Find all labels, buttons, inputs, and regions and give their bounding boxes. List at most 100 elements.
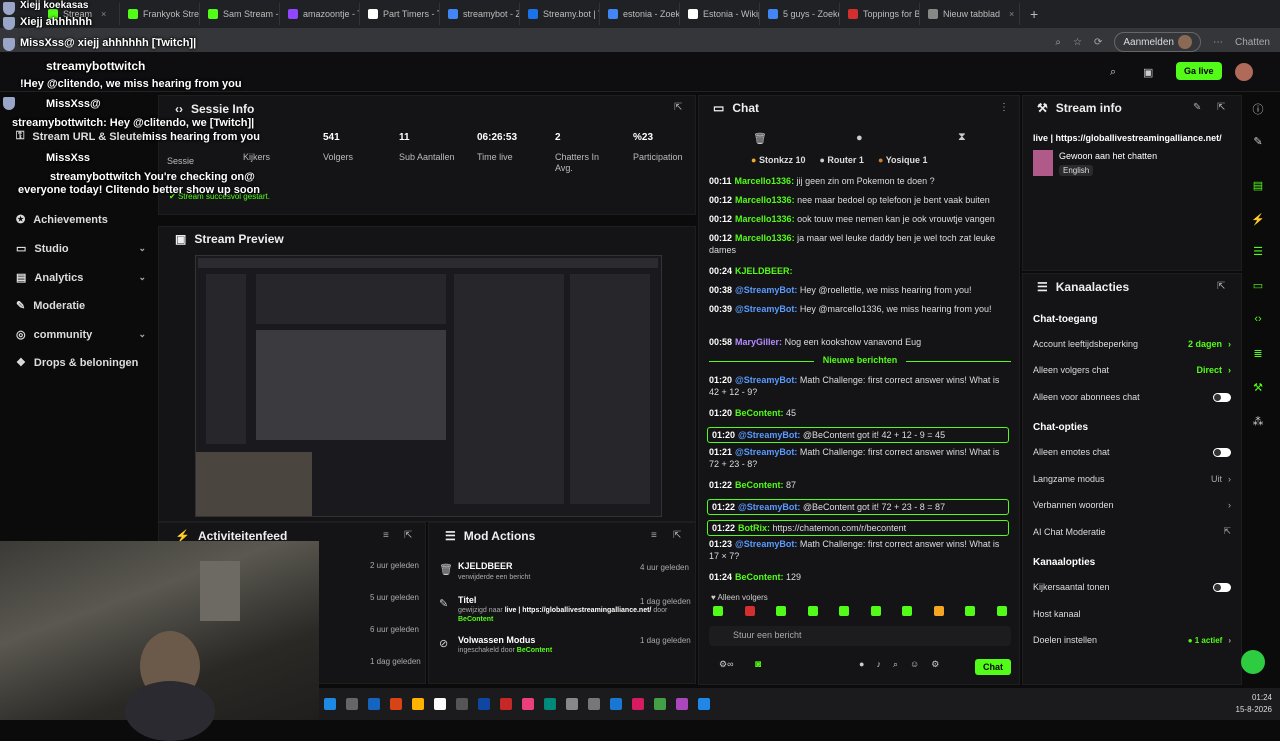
subs-only-row[interactable]: Alleen voor abonnees chat [1033,392,1231,402]
bubble-icon[interactable]: ● [859,659,864,670]
taskbar-app-icon[interactable] [412,698,424,710]
pencil-icon[interactable]: ✎ [1251,135,1265,149]
external-link-icon[interactable]: ⇱ [673,530,681,541]
browser-tab[interactable]: amazoontje - Tr× [280,3,360,25]
gear-icon[interactable]: ⚙ [931,659,939,670]
browser-tab[interactable]: Toppings for Bu× [840,3,920,25]
emotes-only-toggle[interactable] [1213,447,1231,457]
external-link-icon[interactable]: ⇱ [1217,102,1225,113]
subs-only-toggle[interactable] [1213,392,1231,402]
emoji-icon[interactable]: ☺ [910,659,919,670]
close-icon[interactable]: × [1009,9,1014,19]
emote[interactable] [713,606,723,616]
signin-button[interactable]: Aanmelden [1114,32,1201,52]
search-icon[interactable]: ⌕ [1110,66,1116,79]
menu-icon[interactable]: ⋯ [1213,37,1223,48]
more-icon[interactable]: ⋮ [999,102,1009,113]
taskbar-app-icon[interactable] [500,698,512,710]
sidebar-item-analytics[interactable]: ▤ Analytics ⌄ [16,271,146,285]
external-link-icon[interactable]: ⇱ [1217,281,1225,292]
chat-bubble-icon[interactable]: ● [856,132,863,144]
taskbar-app-icon[interactable] [346,698,358,710]
host-channel-row[interactable]: Host kanaal [1033,609,1231,619]
zoom-icon[interactable]: ⌕ [1055,37,1061,48]
banned-words-row[interactable]: Verbannen woorden › [1033,500,1231,510]
emote[interactable] [870,606,881,616]
taskbar-app-icon[interactable] [368,698,380,710]
chat-icon[interactable]: ▭ [1251,279,1265,293]
viewer-count-toggle[interactable] [1213,582,1231,592]
wrench-icon[interactable]: ⚒ [1251,381,1265,395]
age-restriction-row[interactable]: Account leeftijdsbeperking 2 dagen › [1033,339,1231,349]
sidebar-item-studio[interactable]: ▭ Studio ⌄ [16,242,146,256]
star-icon[interactable]: ☆ [1073,37,1082,48]
taskbar-app-icon[interactable] [456,698,468,710]
sidebar-item-community[interactable]: ◎ community ⌄ [16,328,146,342]
emotes-only-row[interactable]: Alleen emotes chat [1033,447,1231,457]
browser-tab[interactable]: Streamy.bot | T× [520,3,600,25]
filter-icon[interactable]: ≡ [383,530,389,541]
browser-tab[interactable]: Nieuw tabblad × [920,3,1020,25]
emote[interactable] [933,606,944,616]
browser-tab[interactable]: 5 guys - Zoeke× [760,3,840,25]
taskbar-app-icon[interactable] [544,698,556,710]
sidebar-item-moderatie[interactable]: ✎ Moderatie [16,299,146,313]
chat-send-button[interactable]: Chat [975,659,1011,675]
code-icon[interactable]: ‹› [1251,313,1265,327]
emote[interactable] [807,606,818,616]
hourglass-icon[interactable]: ⧗ [958,131,966,144]
viewer-count-row[interactable]: Kijkersaantal tonen [1033,582,1231,592]
layout-icon[interactable]: ▣ [1143,66,1153,79]
taskbar-app-icon[interactable] [632,698,644,710]
browser-tab[interactable]: estonia - Zoeke× [600,3,680,25]
taskbar-app-icon[interactable] [654,698,666,710]
taskbar-app-icon[interactable] [324,698,336,710]
search-icon[interactable]: ⌕ [893,659,898,670]
external-link-icon[interactable]: ⇱ [674,102,682,113]
emote[interactable] [776,606,787,616]
bolt-icon[interactable]: ⚡ [1251,213,1265,227]
taskbar-app-icon[interactable] [478,698,490,710]
new-tab-icon[interactable]: + [1020,6,1048,22]
goals-row[interactable]: Doelen instellen ● 1 actief › [1033,635,1231,645]
share-icon[interactable]: ⁂ [1251,415,1265,429]
edit-icon[interactable]: ✎ [1193,102,1201,113]
taskbar-app-icon[interactable] [390,698,402,710]
sidebar-item-achievements[interactable]: ✪ Achievements [16,213,146,227]
taskbar-app-icon[interactable] [698,698,710,710]
bell-icon[interactable]: ♪ [876,659,881,670]
browser-tab[interactable]: streamybot - Zo× [440,3,520,25]
taskbar-app-icon[interactable] [676,698,688,710]
sidebar-item-drops[interactable]: ❖ Drops & beloningen [16,356,146,370]
emote[interactable] [839,606,850,616]
panel-icon[interactable]: ▤ [1251,179,1265,193]
emote[interactable] [965,606,976,616]
go-live-button[interactable]: Ga live [1176,62,1222,80]
filter-icon[interactable]: ≡ [651,530,657,541]
slow-mode-row[interactable]: Langzame modus Uit › [1033,474,1231,484]
taskbar-app-icon[interactable] [610,698,622,710]
external-link-icon[interactable]: ⇱ [404,530,412,541]
emote[interactable] [902,606,913,616]
taskbar-app-icon[interactable] [566,698,578,710]
refresh-icon[interactable]: ⟳ [1094,37,1102,48]
info-icon[interactable]: ⓘ [1251,101,1265,116]
emote[interactable] [744,606,755,616]
stream-preview-video[interactable] [195,255,662,517]
taskbar-app-icon[interactable] [588,698,600,710]
user-avatar[interactable] [1235,63,1253,81]
taskbar-app-icon[interactable] [522,698,534,710]
chat-input[interactable]: Stuur een bericht [709,626,1011,646]
taskbar-app-icon[interactable] [434,698,446,710]
list-icon[interactable]: ☰ [1251,245,1265,259]
browser-tab[interactable]: Estonia - Wikip× [680,3,760,25]
stack-icon[interactable]: ≣ [1251,347,1265,361]
ai-moderation-row[interactable]: AI Chat Moderatie ⇱ [1033,526,1231,537]
followers-only-row[interactable]: Alleen volgers chat Direct › [1033,365,1231,375]
browser-tab[interactable]: Part Timers - T× [360,3,440,25]
settings-icon[interactable]: ⚙∞ [719,659,733,670]
chatten-button[interactable]: Chatten [1235,37,1270,48]
kick-logo-icon[interactable]: ◙ [755,659,761,670]
trash-icon[interactable]: 🗑 [753,132,767,145]
emote[interactable] [996,606,1007,616]
